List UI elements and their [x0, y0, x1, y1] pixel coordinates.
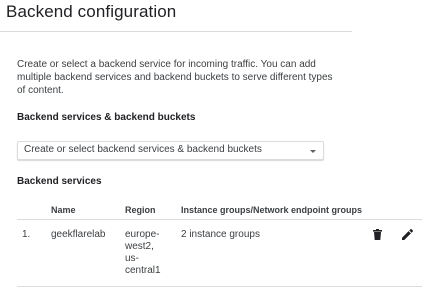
- row-name: geekflarelab: [51, 229, 106, 240]
- row-region: europe- west2, us- central1: [125, 229, 161, 276]
- delete-button[interactable]: [370, 227, 384, 241]
- table-row-divider: [17, 286, 422, 287]
- backend-select-dropdown[interactable]: Create or select backend services & back…: [17, 141, 324, 160]
- column-header-region: Region: [125, 205, 156, 215]
- column-header-name: Name: [51, 205, 76, 215]
- pencil-icon: [401, 228, 413, 240]
- dropdown-arrow-icon: [310, 150, 316, 153]
- title-divider: [0, 31, 352, 32]
- row-groups: 2 instance groups: [181, 229, 260, 240]
- edit-button[interactable]: [400, 227, 414, 241]
- column-header-groups: Instance groups/Network endpoint groups: [181, 205, 363, 215]
- table-header-divider: [17, 219, 422, 220]
- page-title: Backend configuration: [6, 2, 177, 21]
- trash-icon: [372, 228, 382, 240]
- backend-select-value: Create or select backend services & back…: [24, 144, 262, 155]
- backend-services-label: Backend services: [17, 176, 102, 187]
- section-description: Create or select a backend service for i…: [17, 59, 333, 96]
- backend-selector-label: Backend services & backend buckets: [17, 112, 196, 123]
- row-index: 1.: [22, 229, 31, 240]
